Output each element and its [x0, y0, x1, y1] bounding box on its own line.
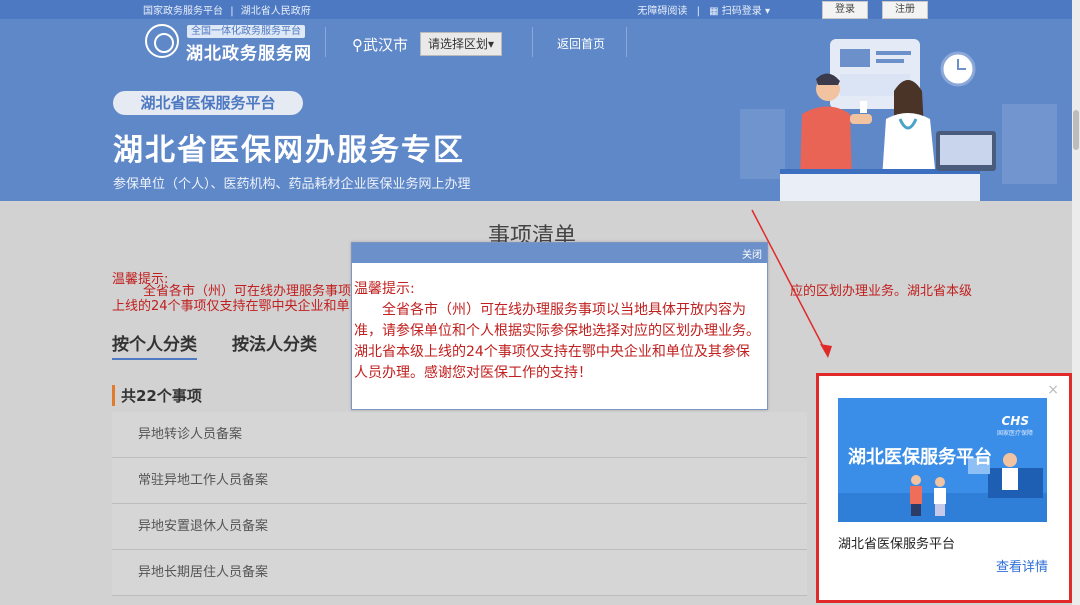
list-item[interactable]: 异地安置退休人员备案 [112, 504, 807, 550]
promo-image[interactable]: CHS 国家医疗保障 湖北医保服务平台 [838, 398, 1047, 522]
list-item[interactable]: 异地转诊人员备案 [112, 412, 807, 458]
notice-text-line2: 上线的24个事项仅支持在鄂中央企业和单 [112, 299, 350, 314]
scrollbar-thumb[interactable] [1073, 110, 1079, 150]
scrollbar[interactable] [1072, 0, 1080, 605]
promo-image-title: 湖北医保服务平台 [848, 447, 992, 468]
login-button[interactable]: 登录 [822, 1, 868, 19]
qr-icon: ▦ [709, 6, 719, 17]
region-select[interactable]: 请选择区划▾ [420, 32, 502, 56]
separator: | [230, 6, 234, 17]
location-pin-icon: ⚲ [352, 36, 363, 54]
tab-legal-entity[interactable]: 按法人分类 [232, 330, 317, 355]
link-national-platform[interactable]: 国家政务服务平台 [143, 6, 223, 17]
top-bar: 国家政务服务平台 | 湖北省人民政府 无障碍阅读 | ▦ 扫码登录 ▾ 登录 注… [0, 0, 1080, 19]
notice-dialog: 关闭 温馨提示: 全省各市（州）可在线办理服务事项以当地具体开放内容为准，请参保… [351, 242, 768, 410]
service-list: 异地转诊人员备案 常驻异地工作人员备案 异地安置退休人员备案 异地长期居住人员备… [112, 412, 807, 596]
top-links: 国家政务服务平台 | 湖北省人民政府 [143, 2, 315, 17]
promo-caption: 湖北省医保服务平台 [838, 537, 956, 552]
top-right-links: 无障碍阅读 | ▦ 扫码登录 ▾ [637, 2, 770, 17]
logo-tag: 全国一体化政务服务平台 [187, 25, 305, 38]
close-icon[interactable]: × [1047, 382, 1059, 398]
promo-popup: × CHS 国家医疗保障 湖北医保服务平台 湖北省医保服务平台 查看详情 [816, 373, 1072, 603]
divider [532, 27, 533, 57]
page-title: 湖北省医保网办服务专区 [113, 133, 465, 168]
page-subtitle: 参保单位（个人）、医药机构、药品耗材企业医保业务网上办理 [113, 177, 471, 192]
dialog-title-bar: 关闭 [352, 243, 767, 263]
separator: | [696, 6, 700, 17]
divider [626, 27, 627, 57]
divider [325, 27, 326, 57]
emblem-icon [145, 24, 179, 58]
dialog-message: 全省各市（州）可在线办理服务事项以当地具体开放内容为准，请参保单位和个人根据实际… [354, 302, 760, 381]
link-provincial-government[interactable]: 湖北省人民政府 [241, 6, 311, 17]
accessible-reading-link[interactable]: 无障碍阅读 [637, 6, 687, 17]
item-count: 共22个事项 [112, 385, 202, 406]
list-item[interactable]: 常驻异地工作人员备案 [112, 458, 807, 504]
chs-logo: CHS [1001, 414, 1030, 428]
view-details-link[interactable]: 查看详情 [996, 556, 1048, 575]
doctor-patient-illustration [740, 39, 1057, 201]
dialog-title: 温馨提示: [354, 281, 415, 297]
city-name: 武汉市 [363, 36, 409, 54]
dialog-body: 温馨提示: 全省各市（州）可在线办理服务事项以当地具体开放内容为准，请参保单位和… [352, 263, 767, 384]
city-selector[interactable]: ⚲武汉市 [352, 34, 408, 55]
dialog-close-button[interactable]: 关闭 [742, 246, 762, 261]
list-item[interactable]: 异地长期居住人员备案 [112, 550, 807, 596]
scan-login-link[interactable]: 扫码登录 ▾ [722, 6, 770, 17]
register-button[interactable]: 注册 [882, 1, 928, 19]
tab-personal[interactable]: 按个人分类 [112, 330, 197, 360]
chs-logo-sub: 国家医疗保障 [996, 430, 1033, 437]
site-logo-name[interactable]: 湖北政务服务网 [186, 39, 312, 64]
platform-pill: 湖北省医保服务平台 [113, 91, 303, 115]
banner: 全国一体化政务服务平台 湖北政务服务网 ⚲武汉市 请选择区划▾ 返回首页 湖北省… [0, 19, 1080, 201]
notice-text-tail: 应的区划办理业务。湖北省本级 [790, 284, 973, 299]
home-link[interactable]: 返回首页 [557, 35, 605, 52]
